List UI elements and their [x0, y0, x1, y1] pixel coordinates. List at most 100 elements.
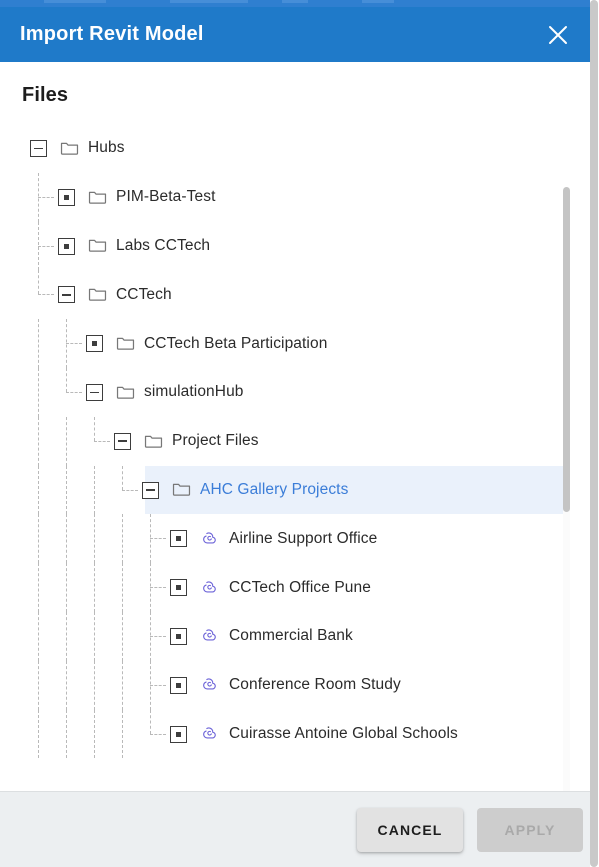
tree-collapse-toggle-icon[interactable] — [114, 432, 131, 450]
square-dot-icon — [64, 243, 69, 249]
folder-icon — [172, 480, 191, 499]
tree-expand-toggle-icon[interactable] — [170, 579, 187, 597]
tree-node-label: Conference Room Study — [229, 676, 401, 694]
close-icon[interactable] — [541, 18, 575, 52]
tree-node-label: Labs CCTech — [116, 236, 211, 254]
import-revit-model-dialog: Import Revit Model Files Hubs PIM-Beta-Te… — [0, 0, 599, 867]
tree-elbow-connector — [66, 391, 82, 393]
folder-icon — [116, 334, 135, 353]
tree-guide-lines — [0, 416, 572, 466]
tree-expand-toggle-icon[interactable] — [170, 725, 187, 743]
tree-elbow-connector — [38, 294, 54, 296]
tree-node-content[interactable]: Cuirasse Antoine Global Schools — [200, 710, 458, 759]
tree-elbow-connector — [122, 489, 138, 491]
tree-node-content[interactable]: simulationHub — [116, 368, 244, 417]
tree-expand-toggle-icon[interactable] — [58, 188, 75, 206]
square-dot-icon — [176, 536, 181, 542]
tree-node-content[interactable]: PIM-Beta-Test — [88, 173, 216, 222]
tree-node-content[interactable]: Airline Support Office — [200, 514, 377, 563]
cancel-button[interactable]: CANCEL — [357, 807, 463, 852]
folder-icon — [116, 383, 135, 402]
page-scrollbar-track[interactable] — [590, 0, 599, 867]
tree-elbow-connector — [150, 587, 166, 589]
tree-node-content[interactable]: Commercial Bank — [200, 612, 353, 661]
file-tree-viewport[interactable]: Hubs PIM-Beta-Test Labs CCTech CCTech CCTech… — [0, 124, 572, 791]
tree-row[interactable]: AHC Gallery Projects — [0, 465, 572, 515]
tree-node-label: Cuirasse Antoine Global Schools — [229, 724, 458, 742]
tree-node-content[interactable]: Project Files — [144, 417, 259, 466]
tree-node-label: Airline Support Office — [229, 529, 378, 547]
tree-elbow-connector — [94, 440, 110, 442]
revit-icon — [200, 675, 220, 695]
minus-icon — [118, 440, 127, 443]
tree-collapse-toggle-icon[interactable] — [30, 140, 47, 157]
folder-icon — [88, 285, 107, 304]
tree-row[interactable]: Cuirasse Antoine Global Schools — [0, 709, 572, 759]
tree-node-label: CCTech Beta Participation — [144, 334, 328, 352]
revit-icon — [200, 626, 220, 646]
tree-node-content[interactable]: Conference Room Study — [200, 661, 401, 710]
tree-node-label: CCTech — [116, 285, 172, 303]
tree-node-content[interactable]: CCTech — [88, 270, 172, 319]
tree-elbow-connector — [150, 733, 166, 735]
page-scrollbar-thumb[interactable] — [590, 0, 598, 867]
tree-row[interactable]: Conference Room Study — [0, 660, 572, 710]
revit-icon — [200, 578, 220, 598]
tree-collapse-toggle-icon[interactable] — [58, 286, 75, 304]
dialog-body: Files Hubs PIM-Beta-Test Labs CCTech CCTech… — [0, 62, 599, 791]
tree-node-content[interactable]: Labs CCTech — [88, 222, 210, 271]
tree-row[interactable]: Project Files — [0, 416, 572, 466]
square-dot-icon — [176, 633, 181, 639]
minus-icon — [90, 391, 99, 394]
tree-node-label: PIM-Beta-Test — [116, 188, 216, 206]
folder-icon — [88, 236, 107, 255]
tree-row[interactable]: Hubs — [0, 124, 572, 173]
folder-icon — [144, 432, 163, 451]
tree-elbow-connector — [150, 635, 166, 637]
square-dot-icon — [176, 731, 181, 737]
tree-elbow-connector — [150, 684, 166, 686]
tree-elbow-connector — [66, 343, 82, 345]
tree-expand-toggle-icon[interactable] — [58, 237, 75, 255]
minus-icon — [34, 147, 43, 150]
minus-icon — [62, 293, 71, 296]
tree-elbow-connector — [150, 538, 166, 540]
square-dot-icon — [176, 682, 181, 688]
tree-node-label: Commercial Bank — [229, 627, 353, 645]
dialog-footer: CANCEL APPLY — [0, 791, 599, 867]
minus-icon — [146, 489, 155, 491]
tree-node-content[interactable]: CCTech Beta Participation — [116, 319, 327, 368]
tree-row[interactable]: PIM-Beta-Test — [0, 172, 572, 222]
tree-row[interactable]: CCTech Beta Participation — [0, 319, 572, 368]
files-section-title: Files — [22, 84, 69, 106]
tree-expand-toggle-icon[interactable] — [170, 627, 187, 645]
background-strip — [0, 0, 599, 7]
tree-row[interactable]: Commercial Bank — [0, 611, 572, 661]
tree-row[interactable]: CCTech Office Pune — [0, 563, 572, 612]
tree-scrollbar-thumb[interactable] — [563, 187, 570, 512]
tree-guide-lines — [0, 270, 572, 319]
tree-node-label: CCTech Office Pune — [229, 578, 371, 596]
tree-guide-lines — [0, 172, 572, 222]
tree-collapse-toggle-icon[interactable] — [142, 481, 159, 499]
revit-icon — [200, 529, 220, 549]
tree-expand-toggle-icon[interactable] — [86, 335, 103, 353]
revit-icon — [200, 724, 220, 744]
file-tree: Hubs PIM-Beta-Test Labs CCTech CCTech CCTech… — [0, 124, 572, 759]
tree-row[interactable]: Airline Support Office — [0, 514, 572, 564]
tree-expand-toggle-icon[interactable] — [170, 676, 187, 694]
tree-row[interactable]: CCTech — [0, 270, 572, 319]
tree-node-label: AHC Gallery Projects — [200, 480, 349, 498]
tree-node-content[interactable]: AHC Gallery Projects — [172, 466, 348, 515]
square-dot-icon — [92, 341, 97, 347]
square-dot-icon — [64, 194, 69, 200]
tree-row[interactable]: simulationHub — [0, 367, 572, 417]
folder-icon — [88, 188, 107, 207]
tree-node-content[interactable]: CCTech Office Pune — [200, 563, 371, 612]
tree-expand-toggle-icon[interactable] — [170, 530, 187, 548]
tree-node-content[interactable]: Hubs — [60, 124, 125, 173]
apply-button[interactable]: APPLY — [477, 807, 583, 852]
tree-row[interactable]: Labs CCTech — [0, 221, 572, 271]
tree-collapse-toggle-icon[interactable] — [86, 383, 103, 401]
folder-icon — [60, 139, 79, 158]
